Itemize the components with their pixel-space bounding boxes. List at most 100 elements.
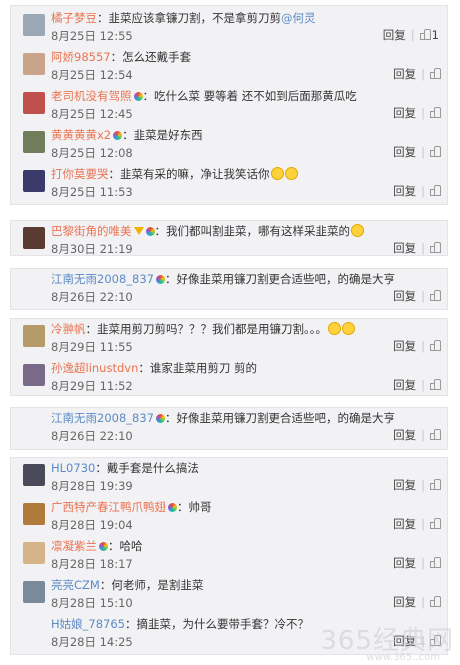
like-button[interactable]	[430, 339, 441, 353]
thumbs-up-icon	[430, 596, 441, 607]
reply-button[interactable]: 回复	[393, 145, 416, 159]
like-button[interactable]: 1	[419, 28, 439, 42]
smiley-emoji-icon	[342, 322, 355, 335]
avatar[interactable]	[23, 92, 45, 114]
avatar[interactable]	[23, 364, 45, 386]
divider: |	[421, 339, 425, 353]
username-link[interactable]: 广西特产春江鸭爪鸭翅	[51, 500, 166, 514]
comment-timestamp: 8月25日 12:54	[51, 68, 133, 82]
avatar[interactable]	[23, 14, 45, 36]
divider: |	[410, 28, 415, 42]
comment-line: 凛凝紫兰 ：哈哈	[51, 538, 441, 554]
reply-button[interactable]: 回复	[393, 106, 416, 120]
comment-text: ：哈哈	[108, 539, 143, 553]
like-button[interactable]	[430, 67, 441, 81]
reply-button[interactable]: 回复	[393, 428, 416, 442]
reply-button[interactable]: 回复	[383, 28, 406, 42]
like-button[interactable]	[430, 145, 441, 159]
like-button[interactable]	[430, 289, 441, 303]
username-link[interactable]: 凛凝紫兰	[51, 539, 97, 553]
avatar[interactable]	[23, 227, 45, 249]
username-link[interactable]: 江南无雨2008_837	[51, 272, 154, 286]
comment-item: HL0730：戴手套是什么搞法 8月28日 19:39 回复 |	[11, 458, 447, 497]
reply-button[interactable]: 回复	[393, 478, 416, 492]
like-button[interactable]	[430, 517, 441, 531]
comment-line: 黄黄黄黄x2 ：韭菜是好东西	[51, 127, 441, 143]
reply-button[interactable]: 回复	[393, 595, 416, 609]
comment-timestamp: 8月28日 15:10	[51, 596, 133, 610]
avatar[interactable]	[23, 131, 45, 153]
comment-text: ：韭菜应该拿镰刀割，不是拿剪刀剪	[97, 11, 281, 25]
comment-item: 黄黄黄黄x2 ：韭菜是好东西 8月25日 12:08 回复 |	[11, 125, 447, 164]
divider: |	[421, 517, 425, 531]
divider: |	[421, 289, 425, 303]
thumbs-up-icon	[430, 379, 441, 390]
reply-button[interactable]: 回复	[393, 378, 416, 392]
comment-text: ：韭菜有采的嘛，净让我笑话你	[108, 167, 270, 181]
comment-text: ：韭菜用剪刀剪吗？？？我们都是用镰刀割。。。	[85, 322, 328, 336]
avatar[interactable]	[23, 542, 45, 564]
reply-button[interactable]: 回复	[393, 339, 416, 353]
reply-button[interactable]: 回复	[393, 67, 416, 81]
like-button[interactable]	[430, 378, 441, 392]
comment-line: 老司机没有驾照 ：吃什么菜 要等着 还不如到后面那黄瓜吃	[51, 88, 441, 104]
thumbs-up-icon	[430, 185, 441, 196]
thumbs-up-icon	[430, 242, 441, 253]
comment-timestamp: 8月25日 11:53	[51, 185, 133, 199]
crown-icon	[133, 227, 144, 235]
like-button[interactable]	[430, 106, 441, 120]
username-link[interactable]: 打你莫要哭	[51, 167, 109, 181]
mention-link[interactable]: @何灵	[281, 11, 316, 25]
like-button[interactable]	[430, 428, 441, 442]
avatar[interactable]	[23, 170, 45, 192]
like-button[interactable]	[430, 595, 441, 609]
avatar[interactable]	[23, 53, 45, 75]
comment-actions: 回复 |	[393, 517, 441, 531]
avatar[interactable]	[23, 503, 45, 525]
reply-button[interactable]: 回复	[393, 556, 416, 570]
avatar[interactable]	[23, 464, 45, 486]
username-link[interactable]: 江南无雨2008_837	[51, 411, 154, 425]
thumbs-up-icon	[430, 479, 441, 490]
username-link[interactable]: 亮亮CZM	[51, 578, 100, 592]
like-button[interactable]	[430, 478, 441, 492]
like-button[interactable]	[430, 556, 441, 570]
comment-item: 孙逸超linustdvn：谁家韭菜用剪刀 剪的 8月29日 11:52 回复 |	[11, 358, 447, 397]
username-link[interactable]: 阿娇98557	[51, 50, 111, 64]
comment-text: ：我们都叫割韭菜，哪有这样采韭菜的	[154, 224, 351, 238]
comment-line: HL0730：戴手套是什么搞法	[51, 460, 441, 476]
like-button[interactable]	[430, 184, 441, 198]
comment-text: ：韭菜是好东西	[122, 128, 203, 142]
like-button[interactable]	[430, 241, 441, 255]
username-link[interactable]: HL0730	[51, 461, 95, 475]
vip-badge-icon	[113, 131, 123, 140]
reply-button[interactable]: 回复	[393, 517, 416, 531]
divider: |	[421, 67, 425, 81]
smiley-emoji-icon	[270, 167, 284, 180]
comment-text: ：何老师，是割韭菜	[99, 578, 204, 592]
username-link[interactable]: 冷翀帆	[51, 322, 86, 336]
username-link[interactable]: 橘子梦豆	[51, 11, 97, 25]
avatar[interactable]	[23, 325, 45, 347]
reply-button[interactable]: 回复	[393, 241, 416, 255]
comment-actions: 回复 |	[393, 595, 441, 609]
username-link[interactable]: 黄黄黄黄x2	[51, 128, 111, 142]
divider: |	[421, 145, 425, 159]
comment-group: 橘子梦豆：韭菜应该拿镰刀割，不是拿剪刀剪@何灵 8月25日 12:55 回复 | 1 阿娇…	[10, 5, 448, 205]
username-link[interactable]: 巴黎街角的唯美	[51, 224, 132, 238]
reply-button[interactable]: 回复	[393, 184, 416, 198]
smiley-emoji-icon	[328, 322, 341, 335]
comment-actions: 回复 |	[393, 67, 441, 81]
comment-timestamp: 8月28日 19:39	[51, 479, 133, 493]
comment-timestamp: 8月26日 22:10	[51, 290, 133, 304]
comment-actions: 回复 |	[393, 428, 441, 442]
username-link[interactable]: 孙逸超linustdvn	[51, 361, 138, 375]
avatar[interactable]	[23, 581, 45, 603]
reply-button[interactable]: 回复	[393, 289, 416, 303]
comment-timestamp: 8月29日 11:52	[51, 379, 133, 393]
username-link[interactable]: 老司机没有驾照	[51, 89, 132, 103]
vip-badge-icon	[145, 227, 155, 236]
comment-actions: 回复 |	[393, 241, 441, 255]
comment-line: 打你莫要哭：韭菜有采的嘛，净让我笑话你	[51, 166, 441, 182]
username-link[interactable]: H姑娘_78765	[51, 617, 125, 631]
